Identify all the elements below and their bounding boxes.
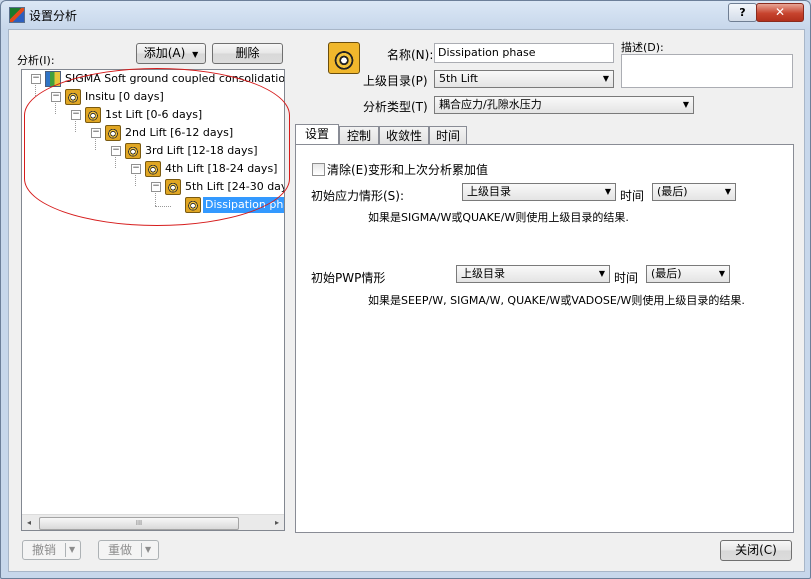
collapse-toggle[interactable]: − — [91, 128, 101, 138]
dropdown-arrow-icon: ▼ — [682, 100, 689, 109]
title-bar[interactable]: 设置分析 ? ✕ — [1, 1, 810, 29]
root-model-icon — [45, 71, 61, 87]
tree-connector — [35, 82, 36, 96]
initial-stress-value: 上级目录 — [467, 185, 511, 198]
horizontal-scrollbar[interactable]: ◂ III ▸ — [22, 514, 284, 530]
initial-stress-select[interactable]: 上级目录 ▼ — [462, 183, 616, 201]
tree-item-dissipation-phase[interactable]: Dissipation pha — [203, 197, 284, 213]
dialog-client-area: 分析(I): 添加(A) ▼ 删除 − SIGMA Soft ground co… — [8, 29, 805, 572]
dropdown-arrow-icon: ▼ — [724, 187, 731, 196]
tree-item-2nd-lift[interactable]: 2nd Lift [6-12 days] — [125, 125, 233, 141]
analysis-type-value: 耦合应力/孔隙水压力 — [439, 98, 542, 111]
settings-tab-panel: 清除(E)变形和上次分析累加值 初始应力情形(S): 上级目录 ▼ 时间 (最后… — [295, 144, 794, 533]
tree-connector — [95, 136, 96, 150]
analysis-tree[interactable]: − SIGMA Soft ground coupled consolidatio… — [21, 69, 285, 531]
collapse-toggle[interactable]: − — [51, 92, 61, 102]
name-label: 名称(N): — [387, 48, 434, 62]
initial-pwp-note: 如果是SEEP/W, SIGMA/W, QUAKE/W或VADOSE/W则使用上… — [368, 294, 745, 307]
app-icon — [9, 7, 25, 23]
time-label: 时间 — [620, 189, 645, 203]
analysis-type-icon — [328, 42, 360, 74]
split-divider — [65, 543, 66, 557]
tree-item-3rd-lift[interactable]: 3rd Lift [12-18 days] — [145, 143, 258, 159]
dropdown-arrow-icon: ▼ — [69, 545, 76, 554]
tab-control[interactable]: 控制 — [339, 126, 379, 144]
tree-item-5th-lift[interactable]: 5th Lift [24-30 days — [185, 179, 284, 195]
dropdown-arrow-icon: ▼ — [602, 74, 609, 83]
tree-connector — [155, 190, 156, 206]
help-button[interactable]: ? — [728, 3, 757, 22]
description-field[interactable] — [621, 54, 793, 88]
initial-pwp-label: 初始PWP情形 — [311, 271, 386, 285]
tree-item-insitu[interactable]: Insitu [0 days] — [85, 89, 164, 105]
setup-analysis-dialog: 设置分析 ? ✕ 分析(I): 添加(A) ▼ 删除 − SIGMA Soft … — [0, 0, 811, 579]
scroll-left-icon[interactable]: ◂ — [27, 518, 31, 527]
scroll-right-icon[interactable]: ▸ — [275, 518, 279, 527]
collapse-toggle[interactable]: − — [131, 164, 141, 174]
collapse-toggle[interactable]: − — [71, 110, 81, 120]
dropdown-arrow-icon: ▼ — [598, 269, 605, 278]
collapse-toggle[interactable]: − — [111, 146, 121, 156]
undo-label: 撤销 — [32, 543, 57, 557]
tab-convergence[interactable]: 收敛性 — [379, 126, 429, 144]
close-button[interactable]: 关闭(C) — [720, 540, 792, 561]
clear-checkbox[interactable] — [312, 163, 325, 176]
dropdown-arrow-icon: ▼ — [192, 50, 199, 59]
collapse-toggle[interactable]: − — [151, 182, 161, 192]
analysis-type-select[interactable]: 耦合应力/孔隙水压力 ▼ — [434, 96, 694, 114]
tree-connector — [155, 206, 171, 207]
initial-stress-time-select[interactable]: (最后) ▼ — [652, 183, 736, 201]
analysis-type-label: 分析类型(T) — [363, 100, 428, 114]
description-label: 描述(D): — [621, 41, 664, 54]
tree-item-1st-lift[interactable]: 1st Lift [0-6 days] — [105, 107, 202, 123]
initial-pwp-value: 上级目录 — [461, 267, 505, 280]
tab-time[interactable]: 时间 — [429, 126, 467, 144]
initial-stress-note: 如果是SIGMA/W或QUAKE/W则使用上级目录的结果. — [368, 211, 629, 224]
collapse-toggle[interactable]: − — [31, 74, 41, 84]
add-button[interactable]: 添加(A) ▼ — [136, 43, 206, 64]
redo-label: 重做 — [108, 543, 133, 557]
initial-stress-label: 初始应力情形(S): — [311, 189, 405, 203]
dropdown-arrow-icon: ▼ — [604, 187, 611, 196]
analysis-icon — [185, 197, 201, 213]
close-window-button[interactable]: ✕ — [756, 3, 804, 22]
tree-connector — [75, 118, 76, 132]
parent-label: 上级目录(P) — [363, 74, 428, 88]
tree-connector — [115, 154, 116, 168]
add-button-label: 添加(A) — [143, 46, 186, 60]
initial-pwp-select[interactable]: 上级目录 ▼ — [456, 265, 610, 283]
redo-button[interactable]: 重做 ▼ — [98, 540, 159, 560]
parent-select-value: 5th Lift — [439, 72, 478, 85]
analysis-icon — [125, 143, 141, 159]
initial-pwp-time-select[interactable]: (最后) ▼ — [646, 265, 730, 283]
tab-settings[interactable]: 设置 — [295, 124, 339, 144]
scroll-thumb[interactable]: III — [39, 517, 239, 530]
tree-connector — [135, 172, 136, 186]
analysis-icon — [65, 89, 81, 105]
dropdown-arrow-icon: ▼ — [718, 269, 725, 278]
tree-connector — [55, 100, 56, 114]
split-divider — [141, 543, 142, 557]
dropdown-arrow-icon: ▼ — [145, 545, 152, 554]
analysis-icon — [145, 161, 161, 177]
parent-select[interactable]: 5th Lift ▼ — [434, 70, 614, 88]
window-title: 设置分析 — [29, 9, 78, 23]
tree-item-root[interactable]: SIGMA Soft ground coupled consolidation — [65, 71, 284, 87]
clear-checkbox-label[interactable]: 清除(E)变形和上次分析累加值 — [327, 161, 488, 178]
name-field[interactable]: Dissipation phase — [434, 43, 614, 63]
time-label: 时间 — [614, 271, 639, 285]
analysis-icon — [165, 179, 181, 195]
analysis-icon — [105, 125, 121, 141]
time-value: (最后) — [657, 185, 688, 198]
tree-item-4th-lift[interactable]: 4th Lift [18-24 days] — [165, 161, 277, 177]
analysis-label: 分析(I): — [17, 54, 55, 67]
delete-button[interactable]: 删除 — [212, 43, 283, 64]
time-value: (最后) — [651, 267, 682, 280]
analysis-icon — [85, 107, 101, 123]
undo-button[interactable]: 撤销 ▼ — [22, 540, 81, 560]
